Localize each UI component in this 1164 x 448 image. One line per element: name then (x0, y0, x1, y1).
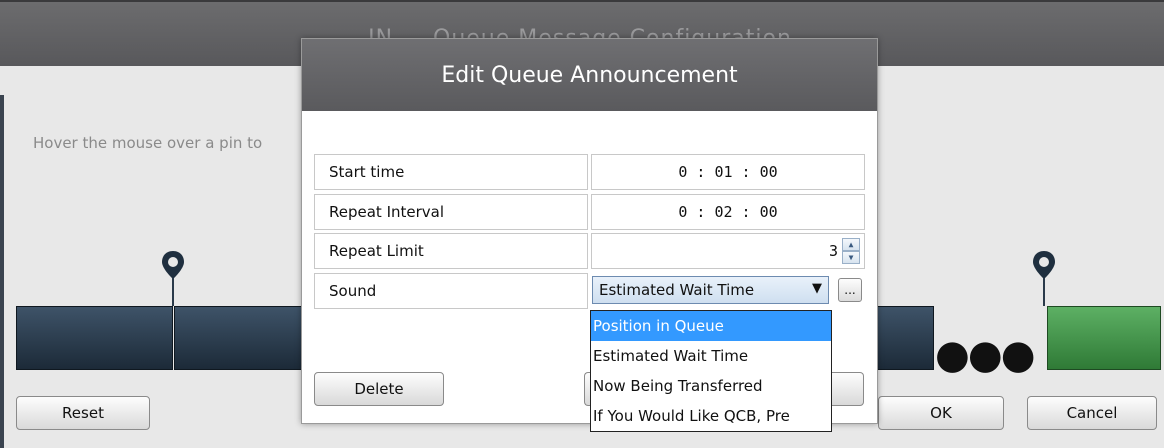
map-pin-icon[interactable] (160, 250, 186, 280)
sound-select-value: Estimated Wait Time (599, 281, 755, 299)
chevron-down-icon[interactable]: ▼ (812, 281, 822, 296)
repeat-limit-value: 3 (828, 242, 838, 260)
map-pin-icon[interactable] (1031, 250, 1057, 280)
repeat-interval-label: Repeat Interval (314, 194, 588, 230)
spin-up-icon[interactable]: ▲ (842, 238, 860, 251)
reset-button[interactable]: Reset (16, 396, 150, 430)
dialog-title: Edit Queue Announcement (302, 39, 877, 111)
sound-dropdown-list: Position in Queue Estimated Wait Time No… (590, 310, 832, 432)
repeat-interval-row: Repeat Interval 0 : 02 : 00 (314, 194, 865, 230)
repeat-limit-row: Repeat Limit 3 ▲ ▼ (314, 233, 865, 269)
repeat-limit-label: Repeat Limit (314, 233, 588, 269)
pin-stem (1043, 278, 1045, 306)
start-time-field[interactable]: 0 : 01 : 00 (591, 154, 865, 190)
timeline-segment[interactable] (16, 306, 173, 370)
sound-label: Sound (314, 273, 588, 309)
spin-down-icon[interactable]: ▼ (842, 251, 860, 264)
repeat-limit-stepper[interactable]: 3 ▲ ▼ (591, 233, 865, 269)
dropdown-option[interactable]: Position in Queue (591, 311, 831, 341)
left-edge (0, 95, 4, 448)
timeline-segment[interactable] (876, 306, 934, 370)
dropdown-option[interactable]: Estimated Wait Time (591, 341, 831, 371)
ok-button[interactable]: OK (878, 396, 1004, 430)
browse-sound-button[interactable]: ... (838, 278, 862, 302)
start-time-label: Start time (314, 154, 588, 190)
more-indicator: ●●● (935, 332, 1036, 378)
start-time-row: Start time 0 : 01 : 00 (314, 154, 865, 190)
hint-text: Hover the mouse over a pin to (33, 134, 263, 152)
dropdown-option[interactable]: Now Being Transferred (591, 371, 831, 401)
dropdown-option[interactable]: If You Would Like QCB, Pre (591, 401, 831, 431)
sound-select[interactable]: Estimated Wait Time ▼ (592, 276, 829, 304)
pin-stem (172, 278, 174, 306)
repeat-interval-field[interactable]: 0 : 02 : 00 (591, 194, 865, 230)
cancel-button[interactable]: Cancel (1027, 396, 1157, 430)
timeline-segment-green[interactable] (1047, 306, 1161, 370)
delete-button[interactable]: Delete (314, 372, 444, 406)
timeline-segment[interactable] (174, 306, 303, 370)
spin-buttons: ▲ ▼ (842, 238, 860, 265)
